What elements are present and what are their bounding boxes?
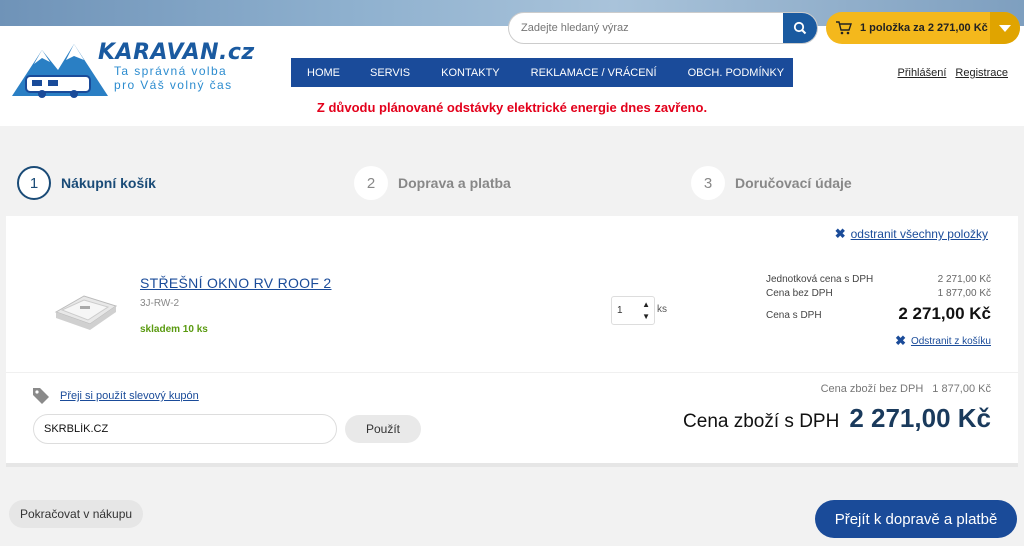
step-shipping[interactable]: 2 Doprava a platba (354, 166, 511, 200)
logo-slogan: Ta správná volba pro Váš volný čas (114, 64, 254, 92)
product-code: 3J-RW-2 (140, 298, 180, 309)
unit-price-label: Jednotková cena s DPH (766, 274, 874, 285)
coupon-link[interactable]: Přeji si použít slevový kupón (60, 390, 199, 402)
product-name-link[interactable]: STŘEŠNÍ OKNO RV ROOF 2 (140, 275, 332, 291)
coupon-totals-panel: Přeji si použít slevový kupón Použít Cen… (6, 373, 1018, 463)
cart-summary-text: 1 položka za 2 271,00 Kč (860, 22, 988, 34)
grand-total: Cena zboží s DPH 2 271,00 Kč (683, 403, 991, 434)
proceed-to-shipping-button[interactable]: Přejít k dopravě a platbě (815, 500, 1017, 538)
cart-dropdown-toggle[interactable] (990, 12, 1020, 44)
tag-icon (33, 388, 49, 404)
unit-price-row: Jednotková cena s DPH 2 271,00 Kč (766, 274, 991, 288)
increment-arrow-icon[interactable]: ▲ (642, 300, 650, 309)
register-link[interactable]: Registrace (955, 67, 1008, 79)
slogan-line-1: Ta správná volba (114, 64, 228, 78)
item-prices: Jednotková cena s DPH 2 271,00 Kč Cena b… (766, 274, 991, 328)
price-no-vat-label: Cena bez DPH (766, 288, 833, 299)
coupon-toggle[interactable]: Přeji si použít slevový kupón (32, 387, 199, 405)
unit-price-value: 2 271,00 Kč (937, 274, 991, 285)
cart-summary-amount: 2 271,00 Kč (927, 22, 988, 34)
search-icon (793, 21, 807, 35)
step-number: 2 (354, 166, 388, 200)
checkout-steps: 1 Nákupní košík 2 Doprava a platba 3 Dor… (0, 158, 1024, 214)
step-number: 1 (17, 166, 51, 200)
remove-item-link[interactable]: Odstranit z košíku (911, 336, 991, 347)
quantity-value[interactable]: 1 (617, 305, 623, 316)
slogan-line-2: pro Váš volný čas (114, 78, 233, 92)
search-box (508, 12, 818, 44)
close-icon: ✖ (834, 226, 846, 241)
price-vat-row: Cena s DPH 2 271,00 Kč (766, 304, 991, 328)
subtotal-no-vat: Cena zboží bez DPH 1 877,00 Kč (821, 383, 991, 395)
main-navigation: HOME SERVIS KONTAKTY REKLAMACE / VRÁCENÍ… (291, 58, 793, 87)
step-label: Doprava a platba (398, 175, 511, 191)
chevron-down-icon (999, 24, 1011, 32)
continue-shopping-button[interactable]: Pokračovat v nákupu (9, 500, 144, 528)
step-delivery[interactable]: 3 Doručovací údaje (691, 166, 852, 200)
remove-all-items[interactable]: ✖ odstranit všechny položky (835, 226, 988, 242)
step-cart[interactable]: 1 Nákupní košík (17, 166, 156, 200)
close-icon: ✖ (895, 333, 906, 348)
search-button[interactable] (783, 13, 817, 43)
decrement-arrow-icon[interactable]: ▼ (642, 312, 650, 321)
login-link[interactable]: Přihlášení (898, 67, 947, 79)
cart-summary-button[interactable]: 1 položka za 2 271,00 Kč (826, 12, 1020, 44)
coupon-code-input[interactable] (33, 414, 337, 444)
step-number: 3 (691, 166, 725, 200)
closure-notice: Z důvodu plánované odstávky elektrické e… (316, 100, 708, 115)
shopping-cart-icon (836, 21, 852, 35)
price-vat-label: Cena s DPH (766, 310, 822, 321)
stock-status: skladem 10 ks (140, 324, 208, 335)
auth-links: Přihlášení Registrace (898, 67, 1009, 79)
nav-item-home[interactable]: HOME (307, 67, 340, 79)
nav-item-obch-podminky[interactable]: OBCH. PODMÍNKY (688, 67, 785, 79)
remove-item[interactable]: ✖ Odstranit z košíku (895, 333, 991, 349)
panel-bottom-border (6, 463, 1018, 467)
price-vat-value: 2 271,00 Kč (898, 304, 991, 323)
quantity-unit: ks (657, 304, 667, 315)
nav-item-servis[interactable]: SERVIS (370, 67, 410, 79)
step-label: Nákupní košík (61, 175, 156, 191)
step-label: Doručovací údaje (735, 175, 852, 191)
nav-item-kontakty[interactable]: KONTAKTY (441, 67, 499, 79)
search-input[interactable] (509, 13, 785, 43)
grand-total-value: 2 271,00 Kč (849, 403, 991, 433)
subtotal-no-vat-value: 1 877,00 Kč (932, 383, 991, 395)
grand-total-label: Cena zboží s DPH (683, 411, 840, 432)
site-header: KARAVAN.cz Ta správná volba pro Váš voln… (0, 0, 1024, 126)
remove-all-link[interactable]: odstranit všechny položky (851, 227, 988, 241)
quantity-stepper[interactable]: 1 ▲ ▼ (611, 296, 655, 325)
logo-wordmark[interactable]: KARAVAN.cz (98, 40, 255, 65)
apply-coupon-button[interactable]: Použít (345, 415, 421, 443)
price-no-vat-row: Cena bez DPH 1 877,00 Kč (766, 288, 991, 302)
price-no-vat-value: 1 877,00 Kč (937, 288, 991, 299)
product-image[interactable] (50, 282, 122, 336)
cart-summary-prefix: 1 položka za (860, 22, 925, 34)
nav-item-reklamace[interactable]: REKLAMACE / VRÁCENÍ (531, 67, 657, 79)
cart-items-panel: ✖ odstranit všechny položky STŘEŠNÍ OKNO… (6, 216, 1018, 374)
subtotal-no-vat-label: Cena zboží bez DPH (820, 383, 924, 395)
